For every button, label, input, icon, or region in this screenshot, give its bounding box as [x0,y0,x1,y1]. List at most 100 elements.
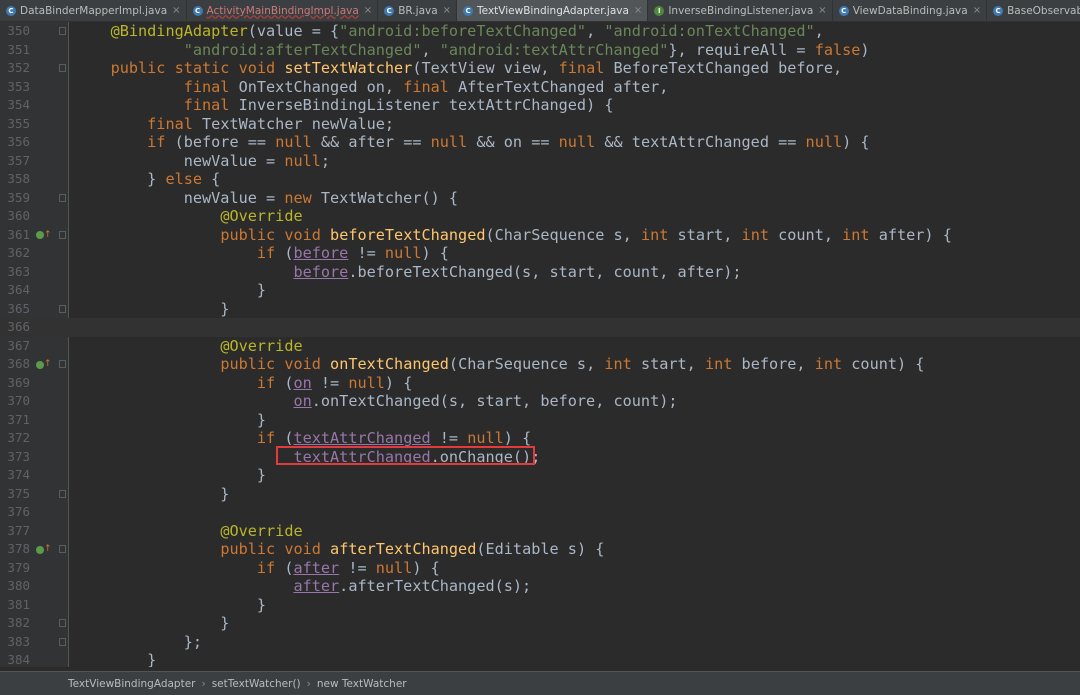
line-number: 375 [7,485,30,501]
fold-marker-icon[interactable] [59,64,66,72]
breadcrumb-item[interactable]: setTextWatcher() [212,678,301,690]
line-number: 378 [7,541,30,556]
fold-marker-icon[interactable] [59,545,66,553]
close-tab-icon[interactable]: × [973,5,981,16]
code-line[interactable]: 351 "android:afterTextChanged", "android… [0,41,1080,60]
code-line[interactable]: 375 } [0,485,1080,504]
code-line[interactable]: 362 if (before != null) { [0,244,1080,263]
code-line[interactable]: 354 final InverseBindingListener textAtt… [0,96,1080,115]
code-text: @Override [220,207,303,225]
close-tab-icon[interactable]: × [634,5,642,16]
code-text: public void beforeTextChanged(CharSequen… [220,225,952,244]
code-text: } [74,651,157,667]
code-line[interactable]: 372 if (textAttrChanged != null) { [0,429,1080,448]
close-tab-icon[interactable]: × [443,5,451,16]
code-line[interactable]: 352 public static void setTextWatcher(Te… [0,59,1080,78]
code-line[interactable]: 369 if (on != null) { [0,374,1080,393]
interface-icon: I [654,5,665,16]
fold-marker-icon[interactable] [59,193,66,202]
code-line[interactable]: 360 @Override [0,207,1080,226]
code-text: public static void setTextWatcher(TextVi… [110,59,843,77]
code-line[interactable]: 376 [0,503,1080,522]
code-line[interactable]: 356 if (before == null && after == null … [0,133,1080,152]
code-text: }; [74,632,203,651]
close-tab-icon[interactable]: × [818,5,826,16]
code-text: final InverseBindingListener textAttrCha… [183,96,614,114]
tab-databindermapperimpl[interactable]: C DataBinderMapperImpl.java × [0,0,187,21]
line-number: 355 [7,115,30,131]
fold-marker-icon[interactable] [59,304,66,313]
code-line[interactable]: 363 before.beforeTextChanged(s, start, c… [0,263,1080,282]
code-line[interactable]: 378 ↑ public void afterTextChanged(Editab… [0,540,1080,559]
tab-baseobservable[interactable]: CBaseObservable.java× [987,0,1080,21]
code-line[interactable]: 364 } [0,281,1080,300]
override-marker-icon[interactable]: ↑ [36,230,54,241]
tab-viewdatabinding[interactable]: C ViewDataBinding.java × [833,0,988,21]
override-marker-icon[interactable]: ↑ [36,359,54,370]
line-number: 351 [7,41,30,57]
code-line[interactable]: 355 final TextWatcher newValue; [0,115,1080,134]
line-number: 360 [7,208,30,223]
tab-br[interactable]: C BR.java × [378,0,458,21]
close-tab-icon[interactable]: × [172,5,180,16]
code-line[interactable]: 380 after.afterTextChanged(s); [0,577,1080,596]
code-line[interactable]: 374 } [0,466,1080,485]
breadcrumb-item[interactable]: new TextWatcher [317,678,407,690]
fold-marker-icon[interactable] [59,230,66,239]
line-number: 381 [7,596,30,612]
code-text: if (after != null) { [256,558,440,577]
fold-marker-icon[interactable] [59,619,66,627]
breadcrumb-separator-icon: › [306,677,311,690]
line-number: 380 [7,578,30,593]
tab-textviewbindingadapter[interactable]: C TextViewBindingAdapter.java × [457,0,649,21]
override-marker-icon[interactable]: ↑ [36,544,54,555]
tab-label: DataBinderMapperImpl.java [20,4,168,17]
fold-marker-icon[interactable] [59,489,66,498]
code-line[interactable]: 361 ↑ public void beforeTextChanged(CharS… [0,226,1080,245]
line-number: 350 [7,23,30,38]
code-line[interactable]: 358 } else { [0,170,1080,189]
code-line[interactable]: 383 }; [0,633,1080,652]
line-number: 376 [7,504,30,519]
close-tab-icon[interactable]: × [364,5,372,16]
code-line[interactable]: 370 on.onTextChanged(s, start, before, c… [0,392,1080,411]
fold-marker-icon[interactable] [59,27,66,35]
code-editor[interactable]: 350 @BindingAdapter(value = {"android:be… [0,22,1080,667]
code-line[interactable]: 366 [0,318,1080,337]
line-number: 377 [7,522,30,538]
code-line[interactable]: 373 textAttrChanged.onChange(); [0,448,1080,467]
code-line[interactable]: 379 if (after != null) { [0,559,1080,578]
code-text: } [74,410,267,429]
code-line[interactable]: 371 } [0,411,1080,430]
code-line[interactable]: 368 ↑ public void onTextChanged(CharSeque… [0,355,1080,374]
code-text: final TextWatcher newValue; [147,114,395,133]
line-number: 363 [7,263,30,279]
code-line[interactable]: 367 @Override [0,337,1080,356]
code-line[interactable]: 350 @BindingAdapter(value = {"android:be… [0,22,1080,41]
code-line[interactable]: 365 } [0,300,1080,319]
code-line[interactable]: 353 final OnTextChanged on, final AfterT… [0,78,1080,97]
code-line[interactable]: 382 } [0,614,1080,633]
line-number: 357 [7,152,30,168]
line-number: 367 [7,337,30,353]
code-text: if (on != null) { [256,373,413,392]
code-line[interactable]: 359 newValue = new TextWatcher() { [0,189,1080,208]
code-line[interactable]: 381 } [0,596,1080,615]
tab-activitymainbindingimpl[interactable]: C ActivityMainBindingImpl.java × [187,0,379,21]
tab-inversebindinglistener[interactable]: I InverseBindingListener.java × [648,0,833,21]
tab-label: ViewDataBinding.java [852,4,968,17]
fold-marker-icon[interactable] [59,360,66,368]
breadcrumb-item[interactable]: TextViewBindingAdapter [68,678,196,690]
tab-label: TextViewBindingAdapter.java [477,4,629,17]
code-line[interactable]: 357 newValue = null; [0,152,1080,171]
line-number: 361 [7,226,30,242]
line-number: 370 [7,393,30,408]
line-number: 368 [7,356,30,371]
line-number: 372 [7,430,30,445]
code-text: } [74,281,267,299]
fold-marker-icon[interactable] [59,637,66,646]
code-line[interactable]: 377 @Override [0,522,1080,541]
code-line[interactable]: 384 } [0,651,1080,667]
breadcrumb-separator-icon: › [201,677,206,690]
code-text: } [74,466,267,484]
